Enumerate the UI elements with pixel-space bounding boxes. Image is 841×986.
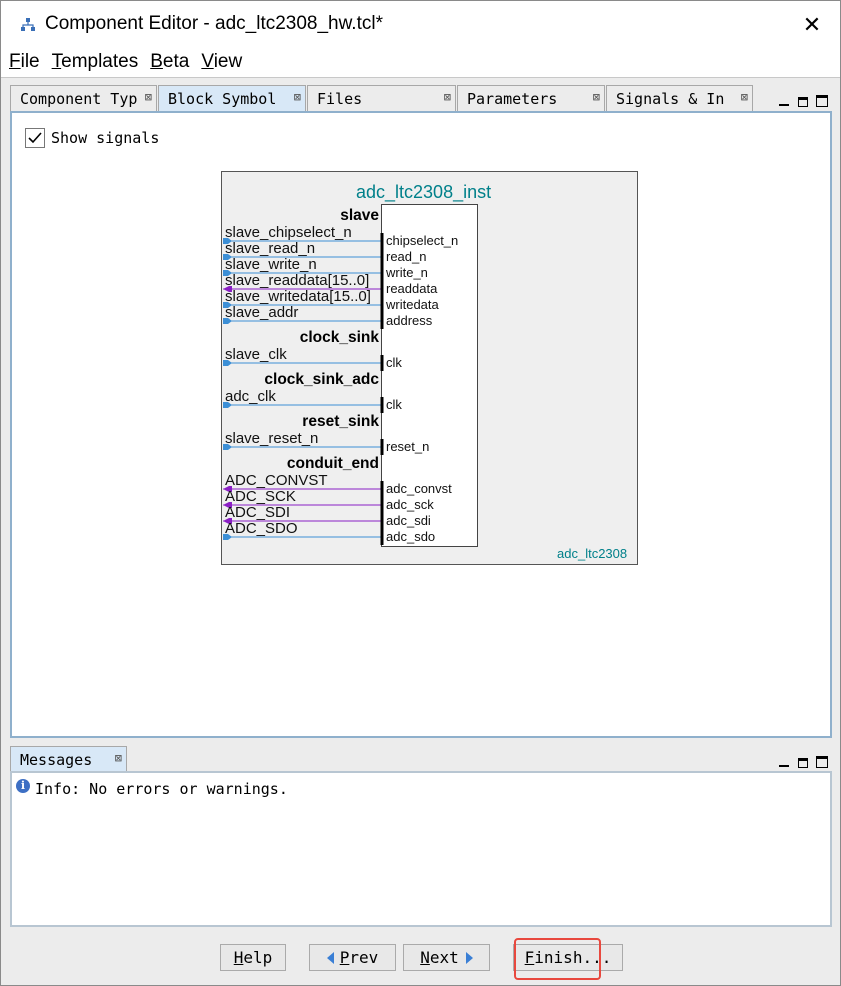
tab-label: Messages — [20, 751, 93, 769]
port-label: read_n — [386, 249, 427, 264]
interface-label: reset_sink — [302, 413, 379, 430]
port-label: reset_n — [386, 439, 430, 454]
minimize-icon[interactable] — [778, 756, 790, 768]
port-label: clk — [386, 355, 402, 370]
maximize-icon[interactable] — [816, 756, 828, 768]
prev-button[interactable]: Prev — [309, 944, 396, 971]
port-label: readdata — [386, 281, 438, 296]
signal-label: ADC_SCK — [225, 488, 296, 505]
next-button[interactable]: Next — [403, 944, 490, 971]
port-label: chipselect_n — [386, 233, 459, 248]
port-label: adc_sdo — [386, 529, 436, 544]
interface-label: slave — [340, 207, 379, 224]
arrow-right-icon — [465, 951, 473, 964]
signal-label: slave_writedata[15..0] — [225, 288, 371, 305]
signal-label: slave_chipselect_n — [225, 224, 352, 241]
next-mnemonic: N — [420, 948, 430, 967]
interface-label: clock_sink_adc — [264, 371, 379, 388]
help-rest: elp — [243, 948, 273, 967]
component-editor-window: Component Editor - adc_ltc2308_hw.tcl* ✕… — [0, 0, 841, 986]
next-rest: ext — [429, 948, 459, 967]
signal-label: slave_clk — [225, 346, 287, 363]
help-mnemonic: H — [233, 948, 244, 967]
signal-label: slave_read_n — [225, 240, 316, 257]
restore-icon[interactable] — [798, 758, 808, 768]
finish-button[interactable]: Finish... — [513, 944, 623, 971]
signal-label: slave_reset_n — [225, 430, 319, 447]
port-label: adc_convst — [386, 481, 452, 496]
signal-label: adc_clk — [225, 388, 276, 405]
arrow-left-icon — [326, 951, 334, 964]
port-label: address — [386, 313, 433, 328]
prev-rest: rev — [349, 948, 379, 967]
tab-messages[interactable]: Messages ⊠ — [10, 746, 127, 772]
tab-close-icon[interactable]: ⊠ — [115, 751, 122, 765]
message-text: Info: No errors or warnings. — [35, 780, 288, 798]
finish-mnemonic: F — [524, 948, 535, 967]
info-icon: i — [16, 779, 30, 793]
signal-label: ADC_SDO — [225, 520, 298, 537]
port-label: write_n — [386, 265, 428, 280]
port-label: adc_sdi — [386, 513, 431, 528]
finish-rest: inish... — [534, 948, 612, 967]
help-button[interactable]: Help — [220, 944, 286, 971]
signal-label: slave_addr — [225, 304, 299, 321]
signal-label: ADC_SDI — [225, 504, 291, 521]
port-label: writedata — [386, 297, 439, 312]
signal-label: slave_write_n — [225, 256, 317, 273]
messages-view-controls — [778, 751, 828, 773]
port-label: adc_sck — [386, 497, 434, 512]
interface-label: conduit_end — [286, 455, 379, 472]
messages-tab-strip: Messages ⊠ — [10, 746, 128, 772]
signal-label: slave_readdata[15..0] — [225, 272, 370, 289]
prev-mnemonic: P — [339, 948, 350, 967]
interface-label: clock_sink — [299, 329, 379, 346]
port-label: clk — [386, 397, 402, 412]
signal-label: ADC_CONVST — [225, 472, 328, 489]
